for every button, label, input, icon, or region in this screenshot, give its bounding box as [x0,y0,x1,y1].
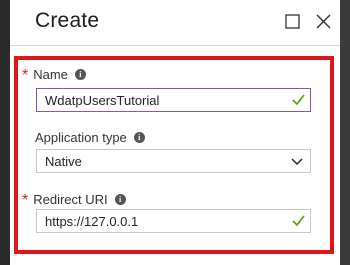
application-type-label-text: Application type [35,129,127,145]
redirect-uri-value: https://127.0.0.1 [45,213,139,229]
name-label: * Name i [22,66,86,84]
chevron-down-icon [291,158,303,166]
background-right [340,0,350,265]
close-icon[interactable] [315,13,332,30]
info-icon[interactable]: i [114,193,126,205]
maximize-icon[interactable] [284,13,301,30]
redirect-uri-label-text: Redirect URI [33,191,108,207]
name-input-value: WdatpUsersTutorial [45,92,160,108]
application-type-select[interactable]: Native [36,149,311,173]
blade-title: Create [35,9,100,32]
redirect-uri-input[interactable]: https://127.0.0.1 [36,209,311,233]
name-label-text: Name [33,66,68,82]
required-marker: * [22,67,29,84]
info-icon[interactable]: i [74,68,86,80]
valid-check-icon [292,94,305,106]
application-type-value: Native [45,153,82,169]
info-icon[interactable]: i [133,131,145,143]
blade-header: Create [10,0,340,46]
header-divider [10,45,340,46]
redirect-uri-label: * Redirect URI i [22,191,126,209]
valid-check-icon [292,215,305,227]
application-type-label: Application type i [35,129,145,145]
required-marker: * [22,192,29,209]
name-input[interactable]: WdatpUsersTutorial [36,88,311,112]
background-left [0,0,10,265]
